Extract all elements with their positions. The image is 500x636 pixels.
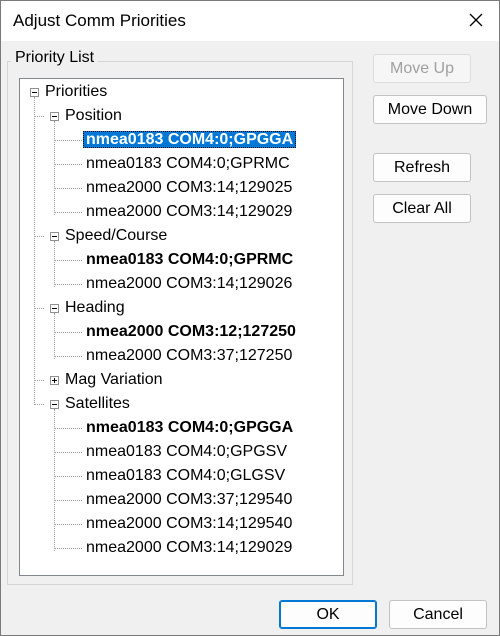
tree-item[interactable]: nmea0183 COM4:0;GPGGA [83,417,296,439]
tree-connector-root [34,97,35,403]
tree-connector [54,452,82,453]
tree-connector [34,380,44,381]
clear-all-button[interactable]: Clear All [373,194,471,223]
tree-connector [54,500,82,501]
priority-tree[interactable]: Priorities Position nmea0183 COM4:0;GPGG… [19,78,344,576]
tree-item[interactable]: nmea0183 COM4:0;GLGSV [83,465,288,487]
collapse-icon[interactable] [50,112,59,121]
collapse-icon[interactable] [50,400,59,409]
tree-category-heading[interactable]: Heading [62,297,128,319]
cancel-button[interactable]: Cancel [389,600,487,629]
tree-item[interactable]: nmea0183 COM4:0;GPRMC [83,249,296,271]
tree-connector [54,524,82,525]
ok-button[interactable]: OK [279,600,377,629]
tree-connector [54,212,82,213]
tree-item[interactable]: nmea2000 COM3:14;129029 [83,201,295,223]
close-icon[interactable] [463,7,489,33]
move-down-button[interactable]: Move Down [373,95,487,124]
tree-item[interactable]: nmea2000 COM3:14;129029 [83,537,295,559]
tree-item[interactable]: nmea2000 COM3:14;129025 [83,177,295,199]
tree-item[interactable]: nmea2000 COM3:37;127250 [83,345,295,367]
tree-connector [54,260,82,261]
tree-connector [34,236,44,237]
tree-connector-heading [54,313,55,359]
tree-item[interactable]: nmea2000 COM3:37;129540 [83,489,295,511]
tree-connector [54,476,82,477]
tree-connector [34,404,44,405]
tree-connector [54,188,82,189]
priority-list-label: Priority List [11,49,99,67]
collapse-icon[interactable] [30,88,39,97]
tree-connector [54,140,82,141]
tree-connector-speed [54,241,55,287]
tree-item[interactable]: nmea0183 COM4:0;GPRMC [83,153,293,175]
tree-connector [34,116,44,117]
tree-connector-position [54,121,55,215]
tree-connector [54,332,82,333]
collapse-icon[interactable] [50,232,59,241]
tree-item[interactable]: nmea0183 COM4:0;GPGSV [83,441,290,463]
tree-category-mag-variation[interactable]: Mag Variation [62,369,166,391]
tree-connector [54,284,82,285]
move-up-button[interactable]: Move Up [373,54,471,83]
tree-connector [54,428,82,429]
tree-root-priorities[interactable]: Priorities [42,81,110,103]
tree-connector [34,308,44,309]
expand-icon[interactable] [50,376,59,385]
tree-item[interactable]: nmea2000 COM3:14;129540 [83,513,295,535]
tree-item[interactable]: nmea2000 COM3:12;127250 [83,321,299,343]
window-title: Adjust Comm Priorities [13,11,186,30]
tree-item[interactable]: nmea2000 COM3:14;129026 [83,273,295,295]
tree-connector [54,356,82,357]
tree-item-selected[interactable]: nmea0183 COM4:0;GPGGA [83,129,297,151]
tree-connector [54,164,82,165]
tree-category-satellites[interactable]: Satellites [62,393,133,415]
tree-connector-satellites [54,409,55,551]
tree-category-position[interactable]: Position [62,105,125,127]
collapse-icon[interactable] [50,304,59,313]
tree-category-speed-course[interactable]: Speed/Course [62,225,170,247]
refresh-button[interactable]: Refresh [373,153,471,182]
tree-connector [54,548,82,549]
title-bar: Adjust Comm Priorities [1,1,499,41]
